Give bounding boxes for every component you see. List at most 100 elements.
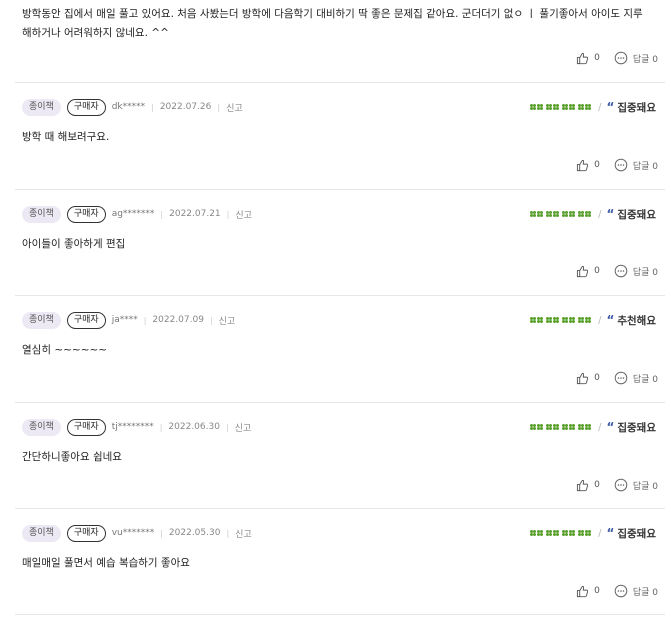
- reviewer-id: tj********: [111, 422, 154, 432]
- divider: [15, 402, 665, 403]
- clover-icon: [562, 103, 576, 111]
- like-button[interactable]: 0: [576, 479, 600, 492]
- buyer-badge: 구매자: [66, 311, 106, 329]
- speech-bubble-icon: [614, 584, 628, 598]
- separator: /: [598, 208, 602, 220]
- review-content-line: 해하거나 어려워하지 않네요. ^^: [22, 27, 169, 39]
- review-tag: 집중돼요: [617, 101, 656, 114]
- like-count: 0: [594, 53, 600, 63]
- like-button[interactable]: 0: [576, 372, 600, 385]
- reply-button[interactable]: 답글 0: [614, 478, 658, 492]
- like-count: 0: [594, 586, 600, 596]
- review-content: 방학동안 집에서 매일 풀고 있어요. 처음 사봤는더 방학에 다음학기 대비하…: [22, 5, 662, 43]
- clover-icon: [562, 529, 576, 537]
- clover-icon: [530, 529, 544, 537]
- review-meta: 종이책 구매자 ag******* | 2022.07.21 | 신고: [22, 205, 252, 223]
- review-content: 방학 때 해보려구요.: [22, 131, 110, 143]
- thumbs-up-icon: [577, 265, 589, 277]
- review-rating: / “ 추천해요: [530, 312, 656, 328]
- separator: |: [159, 422, 163, 432]
- clover-icon: [562, 423, 576, 431]
- review-content: 열심히 ~~~~~~: [22, 344, 108, 356]
- thumbs-up-icon: [577, 479, 589, 491]
- like-button[interactable]: 0: [576, 52, 600, 65]
- reply-label: 답글 0: [632, 54, 658, 65]
- clover-icon: [546, 103, 560, 111]
- review-item: 종이책 구매자 dk***** | 2022.07.26 | 신고 / “ 집중…: [15, 98, 665, 188]
- separator: |: [225, 422, 229, 432]
- review-item: 종이책 구매자 vu******* | 2022.05.30 | 신고 / “ …: [15, 524, 665, 614]
- review-tag: 집중돼요: [617, 421, 656, 434]
- thumbs-up-icon: [577, 159, 589, 171]
- review-date: 2022.07.09: [152, 315, 204, 325]
- reply-button[interactable]: 답글 0: [614, 371, 658, 385]
- review-item: 종이책 구매자 ja**** | 2022.07.09 | 신고 / “ 추천해…: [15, 311, 665, 401]
- format-badge: 종이책: [22, 205, 61, 223]
- separator: |: [226, 209, 230, 219]
- review-actions: 0 답글 0: [576, 370, 658, 386]
- thumbs-up-icon: [577, 372, 589, 384]
- review-rating: / “ 집중돼요: [530, 419, 656, 435]
- like-button[interactable]: 0: [576, 265, 600, 278]
- report-link[interactable]: 신고: [219, 314, 236, 327]
- separator: |: [217, 102, 221, 112]
- format-badge: 종이책: [22, 98, 61, 116]
- clover-icon: [530, 423, 544, 431]
- reply-button[interactable]: 답글 0: [614, 51, 658, 65]
- review-rating: / “ 집중돼요: [530, 206, 656, 222]
- reply-button[interactable]: 답글 0: [614, 584, 658, 598]
- review-rating: / “ 집중돼요: [530, 525, 656, 541]
- clover-icon: [530, 210, 544, 218]
- review-meta: 종이책 구매자 tj******** | 2022.06.30 | 신고: [22, 418, 251, 436]
- review-date: 2022.06.30: [168, 422, 220, 432]
- divider: [15, 189, 665, 190]
- report-link[interactable]: 신고: [226, 101, 243, 114]
- clover-icon: [562, 210, 576, 218]
- review-content-line: 방학동안 집에서 매일 풀고 있어요. 처음 사봤는더 방학에 다음학기 대비하…: [22, 8, 643, 20]
- like-button[interactable]: 0: [576, 159, 600, 172]
- speech-bubble-icon: [614, 158, 628, 172]
- review-actions: 0 답글 0: [576, 477, 658, 493]
- buyer-badge: 구매자: [66, 98, 106, 116]
- review-item: 방학동안 집에서 매일 풀고 있어요. 처음 사봤는더 방학에 다음학기 대비하…: [15, 0, 665, 82]
- review-meta: 종이책 구매자 vu******* | 2022.05.30 | 신고: [22, 524, 252, 542]
- quote-icon: “: [606, 207, 615, 221]
- report-link[interactable]: 신고: [235, 527, 252, 540]
- reply-button[interactable]: 답글 0: [614, 264, 658, 278]
- reply-button[interactable]: 답글 0: [614, 158, 658, 172]
- review-actions: 0 답글 0: [576, 583, 658, 599]
- review-date: 2022.05.30: [168, 528, 221, 538]
- speech-bubble-icon: [614, 371, 628, 385]
- divider: [15, 614, 665, 615]
- buyer-badge: 구매자: [66, 524, 106, 542]
- reviewer-id: vu*******: [111, 528, 155, 538]
- reply-label: 답글 0: [632, 267, 658, 278]
- format-badge: 종이책: [22, 524, 61, 542]
- clover-rating: [530, 316, 594, 324]
- clover-icon: [578, 423, 592, 431]
- review-meta: 종이책 구매자 ja**** | 2022.07.09 | 신고: [22, 311, 235, 329]
- reply-label: 답글 0: [632, 374, 658, 385]
- quote-icon: “: [606, 313, 615, 327]
- separator: |: [151, 102, 154, 112]
- like-count: 0: [594, 373, 600, 383]
- report-link[interactable]: 신고: [235, 208, 252, 221]
- reviewer-id: ja****: [111, 315, 138, 325]
- separator: /: [598, 527, 602, 539]
- like-button[interactable]: 0: [576, 585, 600, 598]
- reviewer-id: ag*******: [111, 209, 155, 219]
- separator: /: [598, 421, 602, 433]
- format-badge: 종이책: [22, 311, 61, 329]
- review-content: 간단하니좋아요 쉽네요: [22, 451, 122, 463]
- buyer-badge: 구매자: [66, 205, 106, 223]
- separator: /: [598, 314, 602, 326]
- clover-icon: [578, 529, 592, 537]
- reply-label: 답글 0: [632, 587, 658, 598]
- report-link[interactable]: 신고: [235, 421, 252, 434]
- like-count: 0: [594, 160, 600, 170]
- thumbs-up-icon: [577, 585, 589, 597]
- format-badge: 종이책: [22, 418, 61, 436]
- clover-icon: [578, 103, 592, 111]
- review-date: 2022.07.21: [169, 209, 221, 219]
- clover-icon: [530, 316, 544, 324]
